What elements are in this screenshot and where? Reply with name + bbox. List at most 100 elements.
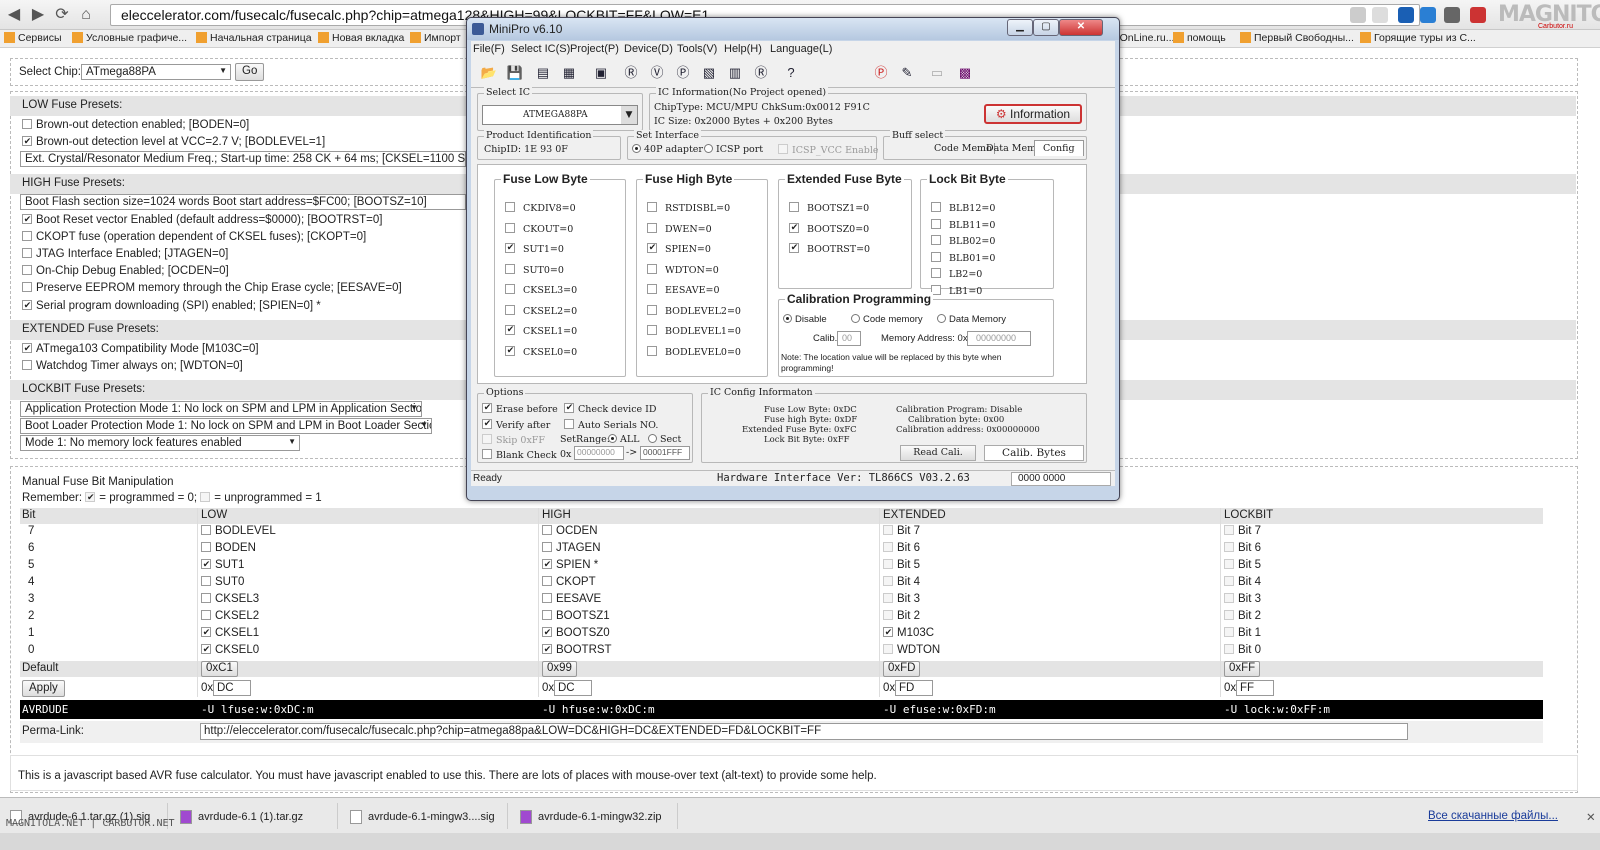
chip-combo[interactable]: ATMEGA88PA ▼ <box>482 105 638 125</box>
checkbox[interactable] <box>647 345 657 356</box>
checkbox[interactable] <box>542 593 552 603</box>
media-icon[interactable] <box>1444 7 1460 23</box>
radio[interactable] <box>937 314 946 323</box>
home-icon[interactable]: ⌂ <box>76 5 96 25</box>
information-button[interactable]: ⚙ Information <box>984 104 1082 124</box>
permalink-input[interactable]: http://eleccelerator.com/fusecalc/fuseca… <box>200 723 1408 740</box>
go-button[interactable]: Go <box>235 63 265 81</box>
checkbox[interactable] <box>201 610 211 620</box>
close-button[interactable]: ✕ <box>1059 19 1103 36</box>
back-icon[interactable]: ◀ <box>4 5 24 25</box>
fuse-bit-low[interactable]: CKSEL0 <box>201 644 259 656</box>
r-icon[interactable]: Ⓡ <box>751 63 771 83</box>
fuse-bit-lock[interactable]: Bit 6 <box>1224 542 1261 554</box>
checkbox[interactable] <box>201 644 211 654</box>
checkbox[interactable] <box>1224 559 1234 569</box>
fuse-bit-high[interactable]: OCDEN <box>542 525 598 537</box>
checkbox[interactable] <box>22 300 32 310</box>
radio[interactable] <box>704 144 713 153</box>
checkbox[interactable] <box>482 449 492 459</box>
radio[interactable] <box>648 434 657 443</box>
checkbox[interactable] <box>1224 542 1234 552</box>
checkbox[interactable] <box>542 525 552 535</box>
range-from-input[interactable]: 00000000 <box>574 446 624 460</box>
bookmark-item[interactable]: Начальная страница <box>196 32 312 44</box>
checkbox[interactable] <box>1224 593 1234 603</box>
extension-icon[interactable] <box>1420 7 1436 23</box>
fuse-bit-low[interactable]: CKSEL3 <box>201 593 259 605</box>
lockbit-app-select[interactable]: Application Protection Mode 1: No lock o… <box>20 401 422 417</box>
high-hex-input[interactable]: DC <box>554 680 592 696</box>
fuse-option[interactable]: BOOTSZ0=0 <box>789 222 869 235</box>
fuse-option[interactable]: CKDIV8=0 <box>505 202 576 214</box>
download-item[interactable]: avrdude-6.1-mingw3....sig <box>344 803 508 829</box>
fuse-option[interactable]: BODLEVEL2=0 <box>647 304 741 317</box>
read-cali-button[interactable]: Read Cali. <box>900 445 976 461</box>
checkbox[interactable] <box>505 304 515 315</box>
verify-icon[interactable]: Ⓥ <box>647 63 667 83</box>
checkbox[interactable] <box>647 304 657 315</box>
menu-language[interactable]: Language(L) <box>770 43 832 55</box>
preset-option[interactable]: Preserve EEPROM memory through the Chip … <box>22 282 402 294</box>
checkbox[interactable] <box>647 243 657 253</box>
checkbox[interactable] <box>201 542 211 552</box>
icsp-vcc-enable[interactable]: ICSP_VCC Enable <box>778 144 879 156</box>
radio[interactable] <box>851 314 860 323</box>
checkbox[interactable] <box>931 202 941 212</box>
opt-skip-ff[interactable]: Skip 0xFF <box>482 434 545 446</box>
bookmark-item[interactable]: Горящие туры из С... <box>1360 32 1476 44</box>
bookmark-item[interactable]: Импорт <box>410 32 461 44</box>
fuse-option[interactable]: DWEN=0 <box>647 222 712 235</box>
fuse-bit-lock[interactable]: Bit 5 <box>1224 559 1261 571</box>
fuse-bit-ext[interactable]: Bit 7 <box>883 525 920 537</box>
checkbox[interactable] <box>482 434 492 444</box>
minipro-titlebar[interactable]: MiniPro v6.10 ▁ ▢ ✕ <box>467 18 1119 40</box>
fuse-option[interactable]: BODLEVEL1=0 <box>647 325 741 337</box>
checkbox[interactable] <box>542 644 552 654</box>
checkbox[interactable] <box>1224 576 1234 586</box>
radio[interactable] <box>632 144 641 153</box>
download-item[interactable]: avrdude-6.1-mingw32.zip <box>514 803 678 829</box>
fuse-bit-ext[interactable]: Bit 6 <box>883 542 920 554</box>
bookmark-item[interactable]: Новая вкладка <box>318 32 404 44</box>
iface-icsp[interactable]: ICSP port <box>704 144 763 155</box>
checkbox[interactable] <box>647 284 657 294</box>
fuse-option[interactable]: LB2=0 <box>931 268 982 280</box>
checkbox[interactable] <box>883 627 893 637</box>
checkbox[interactable] <box>883 576 893 586</box>
checkbox[interactable] <box>931 218 941 229</box>
default-high-button[interactable]: 0x99 <box>542 661 577 677</box>
default-lock-button[interactable]: 0xFF <box>1224 661 1261 677</box>
apply-button[interactable]: Apply <box>22 680 65 697</box>
edit-icon[interactable]: ✎ <box>897 63 917 83</box>
fuse-bit-ext[interactable]: M103C <box>883 627 934 639</box>
preset-option[interactable]: CKOPT fuse (operation dependent of CKSEL… <box>22 231 366 243</box>
adblock-icon[interactable] <box>1470 7 1486 23</box>
checkbox[interactable] <box>201 559 211 569</box>
checkbox[interactable] <box>22 119 32 129</box>
p-icon[interactable]: Ⓟ <box>871 63 891 83</box>
reload-icon[interactable]: ⟳ <box>52 5 72 25</box>
checkbox[interactable] <box>1224 525 1234 535</box>
iface-40p[interactable]: 40P adapter <box>632 144 703 155</box>
checkbox[interactable] <box>22 360 32 370</box>
fuse-bit-lock[interactable]: Bit 3 <box>1224 593 1261 605</box>
fuse-bit-ext[interactable]: Bit 5 <box>883 559 920 571</box>
fuse-bit-high[interactable]: CKOPT <box>542 576 596 588</box>
calib-bytes-button[interactable]: Calib. Bytes <box>984 445 1084 461</box>
checkbox[interactable] <box>22 343 32 353</box>
fuse-option[interactable]: CKSEL3=0 <box>505 284 577 296</box>
fuse-option[interactable]: BOOTRST=0 <box>789 243 870 255</box>
preset-option[interactable]: Brown-out detection enabled; [BODEN=0] <box>22 119 249 131</box>
fuse-bit-high[interactable]: SPIEN * <box>542 559 598 571</box>
forward-icon[interactable]: ▶ <box>28 5 48 25</box>
range-sect[interactable]: Sect <box>648 434 681 445</box>
opt-check-device-id[interactable]: Check device ID <box>564 403 657 415</box>
fuse-bit-low[interactable]: SUT1 <box>201 559 244 571</box>
fuse-option[interactable]: CKSEL2=0 <box>505 304 577 317</box>
lockbit-mode-select[interactable]: Mode 1: No memory lock features enabled ▼ <box>20 435 300 451</box>
low-preset-select[interactable]: Ext. Crystal/Resonator Medium Freq.; Sta… <box>20 151 466 167</box>
checkbox[interactable] <box>505 263 515 274</box>
checkbox[interactable] <box>1224 627 1234 637</box>
fuse-bit-low[interactable]: BODLEVEL <box>201 525 276 537</box>
